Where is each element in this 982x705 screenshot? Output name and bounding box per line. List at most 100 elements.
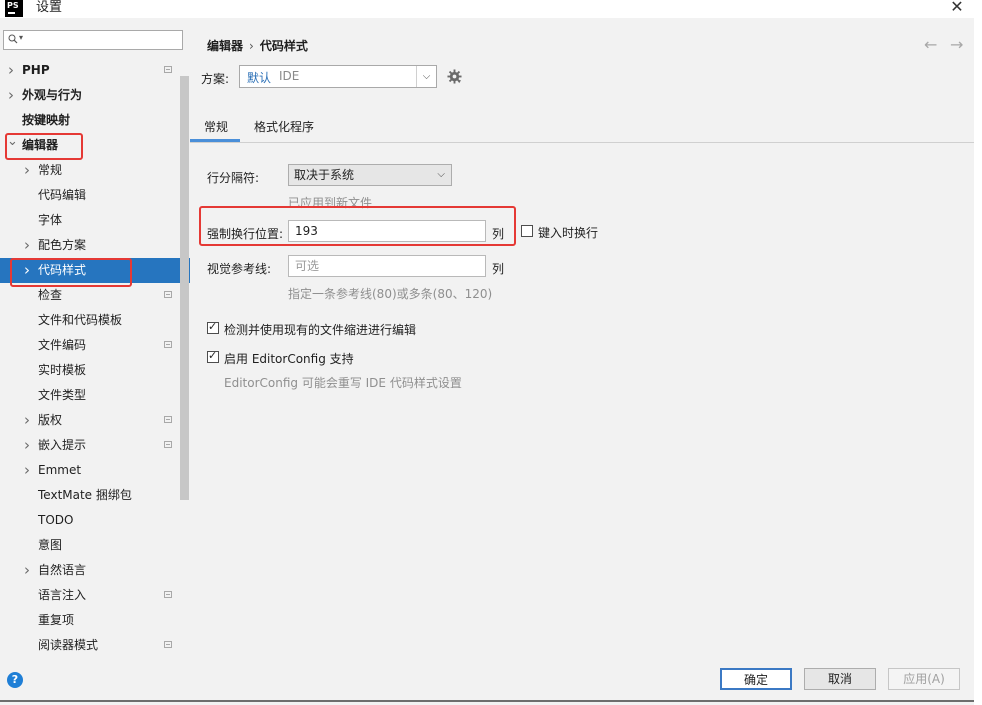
sidebar-item[interactable]: 重复项 bbox=[0, 608, 190, 633]
code-style-panel: 编辑器 › 代码样式 ← → 方案: 默认 IDE ⌵ 常规 格式化程序 行分隔符:… bbox=[190, 18, 974, 662]
cancel-button[interactable]: 取消 bbox=[804, 668, 876, 690]
sidebar-item[interactable]: 文件和代码模板 bbox=[0, 308, 190, 333]
search-icon bbox=[8, 34, 18, 44]
sidebar-item[interactable]: TextMate 捆绑包 bbox=[0, 483, 190, 508]
chevron-right-icon[interactable]: › bbox=[23, 458, 31, 483]
visual-guides-hint: 指定一条参考线(80)或多条(80、120) bbox=[288, 287, 493, 301]
sidebar-scrollbar[interactable] bbox=[180, 76, 189, 500]
sidebar-item-label: 版权 bbox=[38, 413, 63, 427]
editorconfig-label[interactable]: 启用 EditorConfig 支持 bbox=[224, 350, 354, 367]
sidebar-item[interactable]: 意图 bbox=[0, 533, 190, 558]
gear-icon[interactable] bbox=[447, 69, 462, 84]
sidebar-item[interactable]: › 嵌入提示 bbox=[0, 433, 190, 458]
line-separator-value: 取决于系统 bbox=[294, 168, 355, 182]
breadcrumb-separator: › bbox=[249, 39, 254, 53]
project-scope-icon bbox=[164, 591, 172, 598]
sidebar-item[interactable]: 实时模板 bbox=[0, 358, 190, 383]
sidebar-item-label: 语言注入 bbox=[38, 588, 87, 602]
sidebar-item-label: 按键映射 bbox=[22, 113, 71, 127]
chevron-right-icon[interactable]: › bbox=[23, 258, 31, 283]
ok-button[interactable]: 确定 bbox=[720, 668, 792, 690]
tab-formatter[interactable]: 格式化程序 bbox=[254, 118, 314, 135]
search-input[interactable]: ▾ bbox=[3, 30, 183, 50]
sidebar-item[interactable]: 阅读器模式 bbox=[0, 633, 190, 658]
sidebar-item[interactable]: 检查 bbox=[0, 283, 190, 308]
sidebar-item[interactable]: TODO bbox=[0, 508, 190, 533]
sidebar-item[interactable]: ⌄ 编辑器 bbox=[0, 133, 190, 158]
project-scope-icon bbox=[164, 441, 172, 448]
breadcrumb: 编辑器 › 代码样式 bbox=[207, 37, 308, 54]
visual-guides-input[interactable]: 可选 bbox=[288, 255, 486, 277]
sidebar-item[interactable]: › 外观与行为 bbox=[0, 83, 190, 108]
sidebar-item[interactable]: 文件编码 bbox=[0, 333, 190, 358]
hard-wrap-input[interactable]: 193 bbox=[288, 220, 486, 242]
sidebar-item-label: Emmet bbox=[38, 463, 82, 477]
sidebar-item[interactable]: › PHP bbox=[0, 58, 190, 83]
sidebar-item-label: 编辑器 bbox=[22, 138, 59, 152]
sidebar-item-label: 文件类型 bbox=[38, 388, 87, 402]
chevron-right-icon[interactable]: › bbox=[23, 433, 31, 458]
search-options-chevron-icon: ▾ bbox=[19, 33, 24, 42]
window-bottom-border bbox=[0, 700, 974, 702]
close-icon[interactable]: ✕ bbox=[948, 0, 966, 16]
sidebar-item-label: TODO bbox=[38, 513, 74, 527]
project-scope-icon bbox=[164, 641, 172, 648]
visual-guides-label: 视觉参考线: bbox=[207, 262, 272, 276]
chevron-right-icon[interactable]: › bbox=[7, 83, 15, 108]
sidebar-item[interactable]: › 配色方案 bbox=[0, 233, 190, 258]
sidebar-item-label: PHP bbox=[22, 63, 50, 77]
sidebar-item[interactable]: › Emmet bbox=[0, 458, 190, 483]
line-separator-select[interactable]: 取决于系统 ⌵ bbox=[288, 164, 452, 186]
sidebar-item-label: TextMate 捆绑包 bbox=[38, 488, 132, 502]
breadcrumb-item-code-style: 代码样式 bbox=[259, 39, 308, 53]
window-title: 设置 bbox=[36, 0, 63, 15]
editorconfig-hint: EditorConfig 可能会重写 IDE 代码样式设置 bbox=[224, 376, 462, 390]
chevron-down-icon: ⌵ bbox=[416, 66, 436, 87]
forward-arrow-icon[interactable]: → bbox=[950, 35, 963, 54]
sidebar-item-label: 阅读器模式 bbox=[38, 638, 99, 652]
app-logo-icon: PS bbox=[5, 0, 23, 17]
sidebar-item[interactable]: › 自然语言 bbox=[0, 558, 190, 583]
help-icon[interactable]: ? bbox=[7, 672, 23, 688]
breadcrumb-item-editor[interactable]: 编辑器 bbox=[207, 39, 243, 53]
sidebar-item[interactable]: 语言注入 bbox=[0, 583, 190, 608]
editorconfig-checkbox[interactable] bbox=[207, 349, 219, 363]
sidebar-item[interactable]: 字体 bbox=[0, 208, 190, 233]
sidebar-item-label: 外观与行为 bbox=[22, 88, 83, 102]
wrap-on-typing-label[interactable]: 键入时换行 bbox=[538, 224, 598, 241]
sidebar-item-label: 重复项 bbox=[38, 613, 75, 627]
visual-guides-unit: 列 bbox=[492, 262, 505, 276]
sidebar-item-label: 检查 bbox=[38, 288, 63, 302]
scheme-badge: IDE bbox=[279, 69, 300, 83]
wrap-on-typing-checkbox[interactable] bbox=[521, 225, 533, 237]
active-tab-indicator bbox=[190, 139, 240, 142]
sidebar-item-label: 文件编码 bbox=[38, 338, 87, 352]
sidebar-item[interactable]: › 常规 bbox=[0, 158, 190, 183]
sidebar-item[interactable]: 代码编辑 bbox=[0, 183, 190, 208]
back-arrow-icon[interactable]: ← bbox=[924, 35, 937, 54]
detect-indent-checkbox[interactable] bbox=[207, 320, 219, 334]
apply-button[interactable]: 应用(A) bbox=[888, 668, 960, 690]
project-scope-icon bbox=[164, 66, 172, 73]
chevron-right-icon[interactable]: › bbox=[23, 558, 31, 583]
chevron-down-icon[interactable]: ⌄ bbox=[7, 133, 18, 158]
line-separator-hint: 已应用到新文件 bbox=[288, 196, 373, 210]
tab-general[interactable]: 常规 bbox=[204, 118, 228, 135]
hard-wrap-unit: 列 bbox=[492, 227, 505, 241]
chevron-right-icon[interactable]: › bbox=[7, 58, 15, 83]
line-separator-label: 行分隔符: bbox=[207, 171, 260, 185]
chevron-right-icon[interactable]: › bbox=[23, 158, 31, 183]
chevron-right-icon[interactable]: › bbox=[23, 233, 31, 258]
title-bar: PS 设置 ✕ bbox=[0, 0, 982, 18]
sidebar-item[interactable]: › 版权 bbox=[0, 408, 190, 433]
chevron-right-icon[interactable]: › bbox=[23, 408, 31, 433]
sidebar-item-label: 意图 bbox=[38, 538, 63, 552]
sidebar-item-label: 嵌入提示 bbox=[38, 438, 87, 452]
project-scope-icon bbox=[164, 416, 172, 423]
scheme-select[interactable]: 默认 IDE ⌵ bbox=[239, 65, 437, 88]
sidebar-item[interactable]: 按键映射 bbox=[0, 108, 190, 133]
detect-indent-label[interactable]: 检测并使用现有的文件缩进进行编辑 bbox=[224, 321, 416, 338]
sidebar-item-label: 字体 bbox=[38, 213, 63, 227]
sidebar-item[interactable]: › 代码样式 bbox=[0, 258, 190, 283]
sidebar-item[interactable]: 文件类型 bbox=[0, 383, 190, 408]
